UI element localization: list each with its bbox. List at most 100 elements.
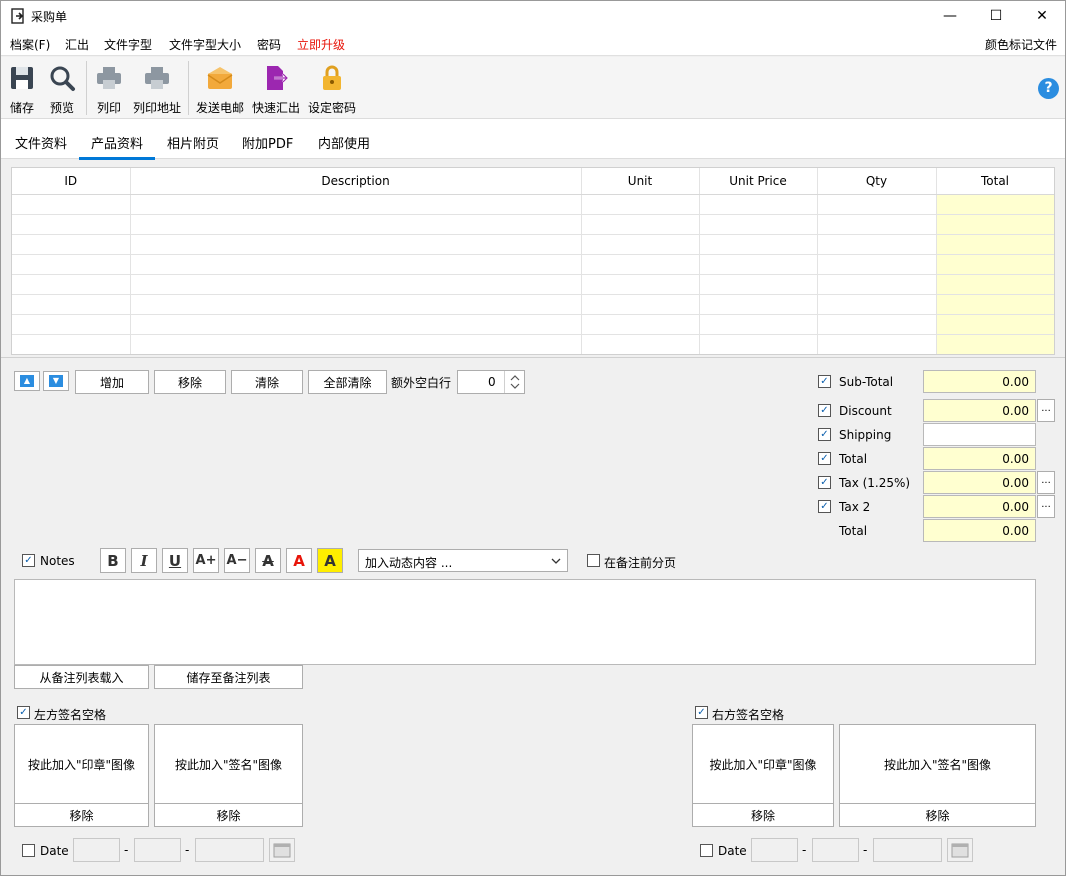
right-date-field-2[interactable] [812, 838, 859, 862]
total-checkbox[interactable]: ✓ [818, 452, 831, 465]
right-stamp-remove-button[interactable]: 移除 [692, 803, 834, 827]
table-cell[interactable] [817, 214, 937, 235]
italic-button[interactable]: I [131, 548, 157, 573]
right-signature-checkbox[interactable]: ✓ [695, 706, 708, 719]
table-cell[interactable] [581, 334, 700, 354]
notes-textarea[interactable] [14, 579, 1036, 665]
tab-attach-pdf[interactable]: 附加PDF [242, 133, 293, 152]
table-row[interactable] [12, 294, 1054, 315]
table-cell[interactable] [12, 234, 131, 255]
shipping-input[interactable] [923, 423, 1036, 446]
left-date-field-3[interactable] [195, 838, 264, 862]
table-cell[interactable] [699, 234, 818, 255]
save-button[interactable]: 储存 [5, 57, 39, 117]
strikethrough-button[interactable]: A [255, 548, 281, 573]
table-cell[interactable] [581, 294, 700, 315]
maximize-button[interactable]: ☐ [973, 1, 1019, 31]
left-date-field-1[interactable] [73, 838, 120, 862]
table-cell[interactable] [699, 314, 818, 335]
clear-all-button[interactable]: 全部清除 [308, 370, 387, 394]
table-row[interactable] [12, 274, 1054, 295]
table-row[interactable] [12, 314, 1054, 335]
save-notes-button[interactable]: 储存至备注列表 [154, 665, 303, 689]
table-row[interactable] [12, 254, 1054, 275]
table-cell[interactable] [817, 314, 937, 335]
table-cell[interactable] [130, 194, 582, 215]
right-date-field-3[interactable] [873, 838, 942, 862]
table-cell[interactable] [130, 214, 582, 235]
column-header-qty[interactable]: Qty [817, 168, 937, 195]
column-header-id[interactable]: ID [12, 168, 131, 195]
column-header-unit[interactable]: Unit [581, 168, 700, 195]
menu-file[interactable]: 档案(F) [10, 36, 50, 53]
quick-export-button[interactable]: 快速汇出 [250, 57, 302, 117]
left-stamp-remove-button[interactable]: 移除 [14, 803, 149, 827]
menu-export[interactable]: 汇出 [65, 36, 89, 53]
discount-value[interactable]: 0.00 [923, 399, 1036, 422]
tab-document-info[interactable]: 文件资料 [15, 133, 67, 152]
increase-font-button[interactable]: A+ [193, 548, 219, 573]
left-calendar-button[interactable] [269, 838, 295, 862]
right-sign-box[interactable]: 按此加入"签名"图像 [839, 724, 1036, 804]
table-cell[interactable] [699, 254, 818, 275]
page-break-checkbox[interactable] [587, 554, 600, 567]
print-button[interactable]: 列印 [92, 57, 126, 117]
table-cell[interactable] [936, 274, 1054, 295]
table-cell[interactable] [12, 214, 131, 235]
table-cell[interactable] [581, 194, 700, 215]
right-calendar-button[interactable] [947, 838, 973, 862]
table-cell[interactable] [12, 274, 131, 295]
table-row[interactable] [12, 194, 1054, 215]
tax-checkbox[interactable]: ✓ [818, 476, 831, 489]
left-sign-box[interactable]: 按此加入"签名"图像 [154, 724, 303, 804]
table-row[interactable] [12, 334, 1054, 354]
menu-font-size[interactable]: 文件字型大小 [169, 36, 241, 53]
table-cell[interactable] [817, 254, 937, 275]
table-cell[interactable] [12, 294, 131, 315]
table-cell[interactable] [936, 194, 1054, 215]
underline-button[interactable]: U [162, 548, 188, 573]
bold-button[interactable]: B [100, 548, 126, 573]
close-button[interactable]: ✕ [1019, 1, 1065, 31]
table-cell[interactable] [936, 334, 1054, 354]
discount-checkbox[interactable]: ✓ [818, 404, 831, 417]
menu-font[interactable]: 文件字型 [104, 36, 152, 53]
table-row[interactable] [12, 234, 1054, 255]
decrease-font-button[interactable]: A− [224, 548, 250, 573]
tax2-checkbox[interactable]: ✓ [818, 500, 831, 513]
load-notes-button[interactable]: 从备注列表载入 [14, 665, 149, 689]
tax2-options-button[interactable]: ... [1037, 495, 1055, 518]
discount-options-button[interactable]: ... [1037, 399, 1055, 422]
preview-button[interactable]: 预览 [45, 57, 79, 117]
table-cell[interactable] [699, 334, 818, 354]
table-cell[interactable] [936, 294, 1054, 315]
remove-button[interactable]: 移除 [154, 370, 226, 394]
table-cell[interactable] [130, 314, 582, 335]
left-date-field-2[interactable] [134, 838, 181, 862]
minimize-button[interactable]: — [927, 1, 973, 31]
column-header-description[interactable]: Description [130, 168, 582, 195]
table-cell[interactable] [130, 294, 582, 315]
column-header-unit-price[interactable]: Unit Price [699, 168, 818, 195]
table-cell[interactable] [936, 214, 1054, 235]
table-cell[interactable] [130, 254, 582, 275]
left-signature-checkbox[interactable]: ✓ [17, 706, 30, 719]
add-button[interactable]: 增加 [75, 370, 149, 394]
right-date-checkbox[interactable] [700, 844, 713, 857]
font-color-button[interactable]: A [286, 548, 312, 573]
subtotal-checkbox[interactable]: ✓ [818, 375, 831, 388]
table-cell[interactable] [817, 274, 937, 295]
tax-options-button[interactable]: ... [1037, 471, 1055, 494]
menu-color-mark[interactable]: 颜色标记文件 [985, 36, 1057, 53]
table-row[interactable] [12, 214, 1054, 235]
table-cell[interactable] [581, 214, 700, 235]
table-cell[interactable] [12, 194, 131, 215]
tab-photo-attachments[interactable]: 相片附页 [167, 133, 219, 152]
table-cell[interactable] [130, 234, 582, 255]
table-cell[interactable] [936, 314, 1054, 335]
table-cell[interactable] [699, 194, 818, 215]
highlight-button[interactable]: A [317, 548, 343, 573]
left-date-checkbox[interactable] [22, 844, 35, 857]
table-cell[interactable] [936, 254, 1054, 275]
tab-product-info[interactable]: 产品资料 [79, 133, 155, 160]
